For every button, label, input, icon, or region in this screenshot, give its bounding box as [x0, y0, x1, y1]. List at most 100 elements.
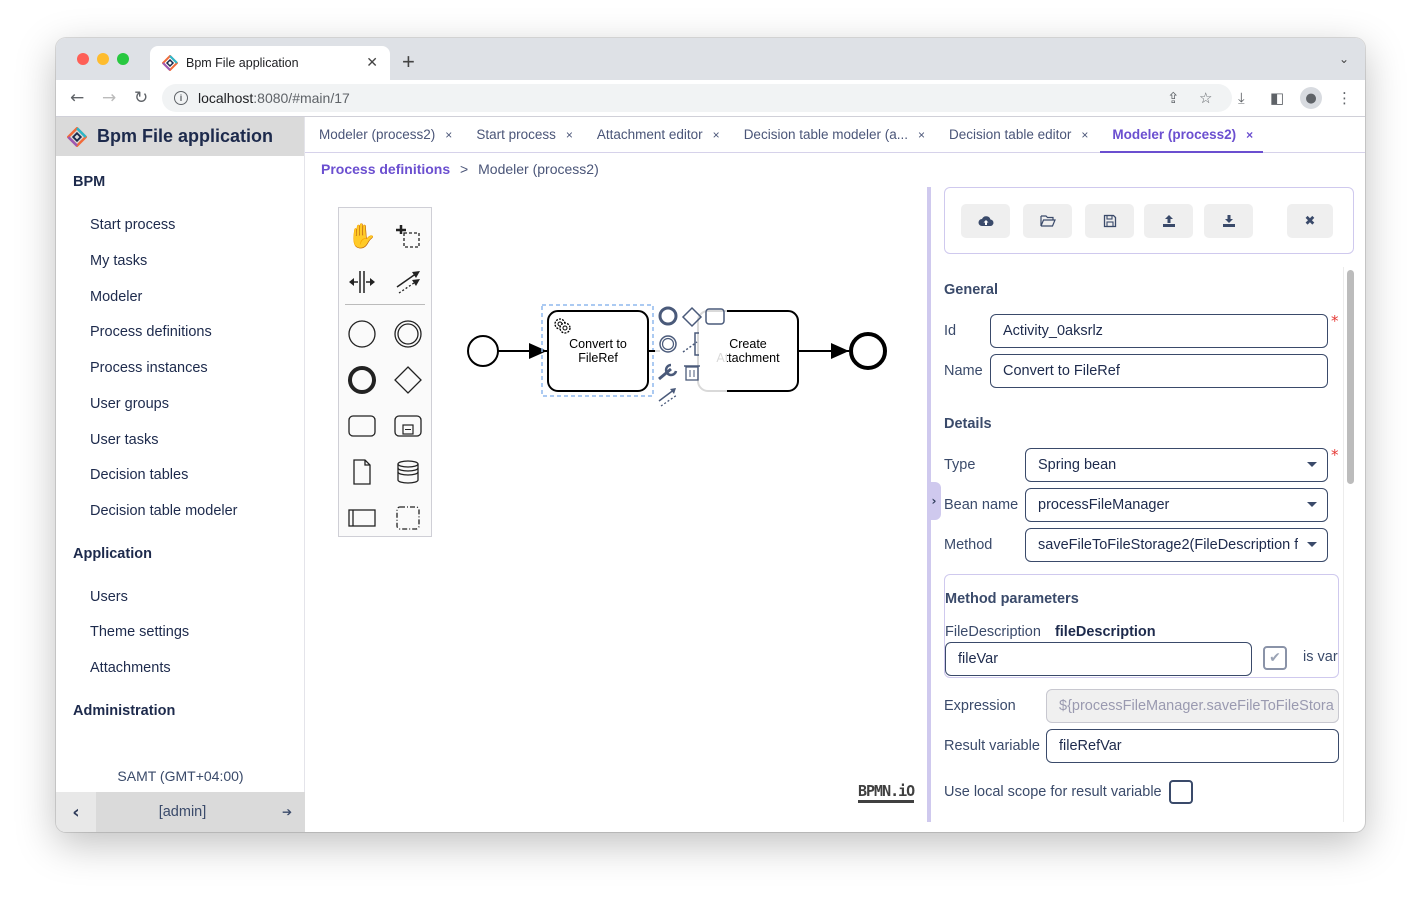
nav-section-administration[interactable]: Administration — [73, 703, 175, 719]
nav-item-process-definitions[interactable]: Process definitions — [90, 324, 212, 340]
properties-toolbar: ✖ — [944, 187, 1354, 254]
nav-section-application[interactable]: Application — [73, 546, 152, 562]
zoom-window-button[interactable] — [117, 53, 129, 65]
share-icon[interactable]: ⇪ — [1167, 89, 1180, 107]
app-tab-active[interactable]: Modeler (process2) × — [1098, 117, 1263, 153]
task-icon[interactable] — [342, 406, 382, 446]
app-tab[interactable]: Decision table modeler (a... × — [730, 117, 935, 152]
save-button[interactable] — [1085, 204, 1134, 238]
nav-item-decision-table-modeler[interactable]: Decision table modeler — [90, 503, 238, 519]
nav-item-theme-settings[interactable]: Theme settings — [90, 624, 189, 640]
global-connect-tool-icon[interactable] — [388, 262, 428, 302]
name-input[interactable]: Convert to FileRef — [990, 354, 1328, 388]
close-icon[interactable]: × — [566, 128, 573, 142]
param-value-input[interactable]: fileVar — [945, 642, 1252, 676]
nav-item-start-process[interactable]: Start process — [90, 217, 175, 233]
user-bar: ‹ [admin] ➔ — [56, 792, 305, 832]
download-icon[interactable]: ⤓ — [1238, 89, 1245, 107]
section-title-details: Details — [944, 416, 992, 432]
group-icon[interactable] — [388, 498, 428, 538]
app-logo-icon — [162, 55, 178, 71]
close-window-button[interactable] — [77, 53, 89, 65]
nav-item-process-instances[interactable]: Process instances — [90, 360, 208, 376]
browser-tab[interactable]: Bpm File application ✕ — [150, 46, 390, 80]
nav-item-user-groups[interactable]: User groups — [90, 396, 169, 412]
pool-icon[interactable] — [342, 498, 382, 538]
upload-button[interactable] — [1144, 204, 1193, 238]
close-icon[interactable]: × — [445, 128, 452, 142]
open-file-button[interactable] — [1023, 204, 1072, 238]
download-button[interactable] — [1204, 204, 1253, 238]
reload-icon[interactable]: ↻ — [134, 88, 148, 108]
start-event-icon[interactable] — [342, 314, 382, 354]
close-panel-button[interactable]: ✖ — [1287, 204, 1333, 238]
hand-tool-icon[interactable]: ✋ — [342, 216, 382, 256]
sidepanel-icon[interactable]: ◧ — [1270, 89, 1284, 107]
logout-icon[interactable]: ➔ — [269, 805, 305, 819]
service-task-convert-to-fileref[interactable]: Convert to FileRef — [547, 310, 649, 392]
nav-item-users[interactable]: Users — [90, 589, 128, 605]
id-input[interactable]: Activity_0aksrlz — [990, 314, 1328, 348]
collapse-sidebar-button[interactable]: ‹ — [56, 792, 96, 832]
task-label: FileRef — [578, 351, 618, 365]
breadcrumb: Process definitions > Modeler (process2) — [321, 161, 599, 177]
scrollbar-thumb[interactable] — [1347, 270, 1354, 484]
minimize-window-button[interactable] — [97, 53, 109, 65]
browser-tabstrip: Bpm File application ✕ + ⌄ — [56, 38, 1365, 80]
new-tab-button[interactable]: + — [402, 49, 415, 75]
required-mark: * — [1331, 312, 1339, 330]
end-event-icon[interactable] — [342, 360, 382, 400]
intermediate-event-icon[interactable] — [388, 314, 428, 354]
result-variable-input[interactable]: fileRefVar — [1046, 729, 1339, 763]
data-object-icon[interactable] — [342, 452, 382, 492]
app-tab[interactable]: Start process × — [462, 117, 583, 152]
nav-item-decision-tables[interactable]: Decision tables — [90, 467, 188, 483]
bpmn-canvas[interactable]: Convert to FileRef Create Attachment ✋ B… — [305, 187, 927, 822]
nav-item-modeler[interactable]: Modeler — [90, 289, 142, 305]
timezone-label: SAMT (GMT+04:00) — [117, 768, 244, 784]
bpmn-io-watermark[interactable]: BPMN.iO — [858, 782, 915, 803]
url-path: :8080/#main/17 — [253, 90, 350, 106]
browser-tab-close-icon[interactable]: ✕ — [366, 55, 378, 71]
star-icon[interactable]: ☆ — [1199, 89, 1212, 107]
properties-scrollbar[interactable] — [1343, 267, 1357, 822]
tab-list-chevron-icon[interactable]: ⌄ — [1339, 52, 1349, 66]
nav-item-my-tasks[interactable]: My tasks — [90, 253, 147, 269]
profile-icon[interactable]: ● — [1300, 87, 1322, 109]
space-tool-icon[interactable] — [342, 262, 382, 302]
data-store-icon[interactable] — [388, 452, 428, 492]
app-tab[interactable]: Attachment editor × — [583, 117, 730, 152]
app-tab[interactable]: Modeler (process2) × — [305, 117, 462, 152]
gateway-icon[interactable] — [388, 360, 428, 400]
nav-item-attachments[interactable]: Attachments — [90, 660, 171, 676]
is-var-checkbox[interactable]: ✔ — [1263, 646, 1287, 670]
forward-arrow-icon[interactable]: → — [102, 88, 116, 108]
lasso-tool-icon[interactable] — [388, 216, 428, 256]
subprocess-icon[interactable] — [388, 406, 428, 446]
info-icon[interactable]: i — [174, 91, 188, 105]
app-tab[interactable]: Decision table editor × — [935, 117, 1098, 152]
breadcrumb-link-process-definitions[interactable]: Process definitions — [321, 161, 450, 177]
app-logo-icon — [67, 126, 87, 147]
method-select[interactable]: saveFileToFileStorage2(FileDescription f — [1025, 528, 1328, 562]
properties-toggle-chevron-icon[interactable]: › — [927, 482, 941, 520]
start-event[interactable] — [467, 335, 499, 367]
task-label: Create — [729, 337, 767, 351]
back-arrow-icon[interactable]: ← — [70, 88, 84, 108]
nav-section-bpm[interactable]: BPM — [73, 174, 105, 190]
type-select[interactable]: Spring bean — [1025, 448, 1328, 482]
close-icon[interactable]: × — [713, 128, 720, 142]
local-scope-checkbox[interactable] — [1169, 780, 1193, 804]
bean-name-select[interactable]: processFileManager — [1025, 488, 1328, 522]
kebab-menu-icon[interactable]: ⋮ — [1337, 89, 1352, 107]
expression-input[interactable]: ${processFileManager.saveFileToFileStora — [1046, 689, 1339, 723]
close-icon[interactable]: × — [1081, 128, 1088, 142]
nav-item-user-tasks[interactable]: User tasks — [90, 432, 159, 448]
app-tab-label: Decision table modeler (a... — [743, 127, 909, 142]
address-bar[interactable]: i localhost:8080/#main/17 — [162, 84, 1232, 112]
close-icon[interactable]: × — [1246, 128, 1253, 142]
close-icon: ✖ — [1304, 213, 1316, 229]
cloud-upload-button[interactable] — [961, 204, 1010, 238]
close-icon[interactable]: × — [918, 128, 925, 142]
end-event[interactable] — [849, 332, 887, 370]
